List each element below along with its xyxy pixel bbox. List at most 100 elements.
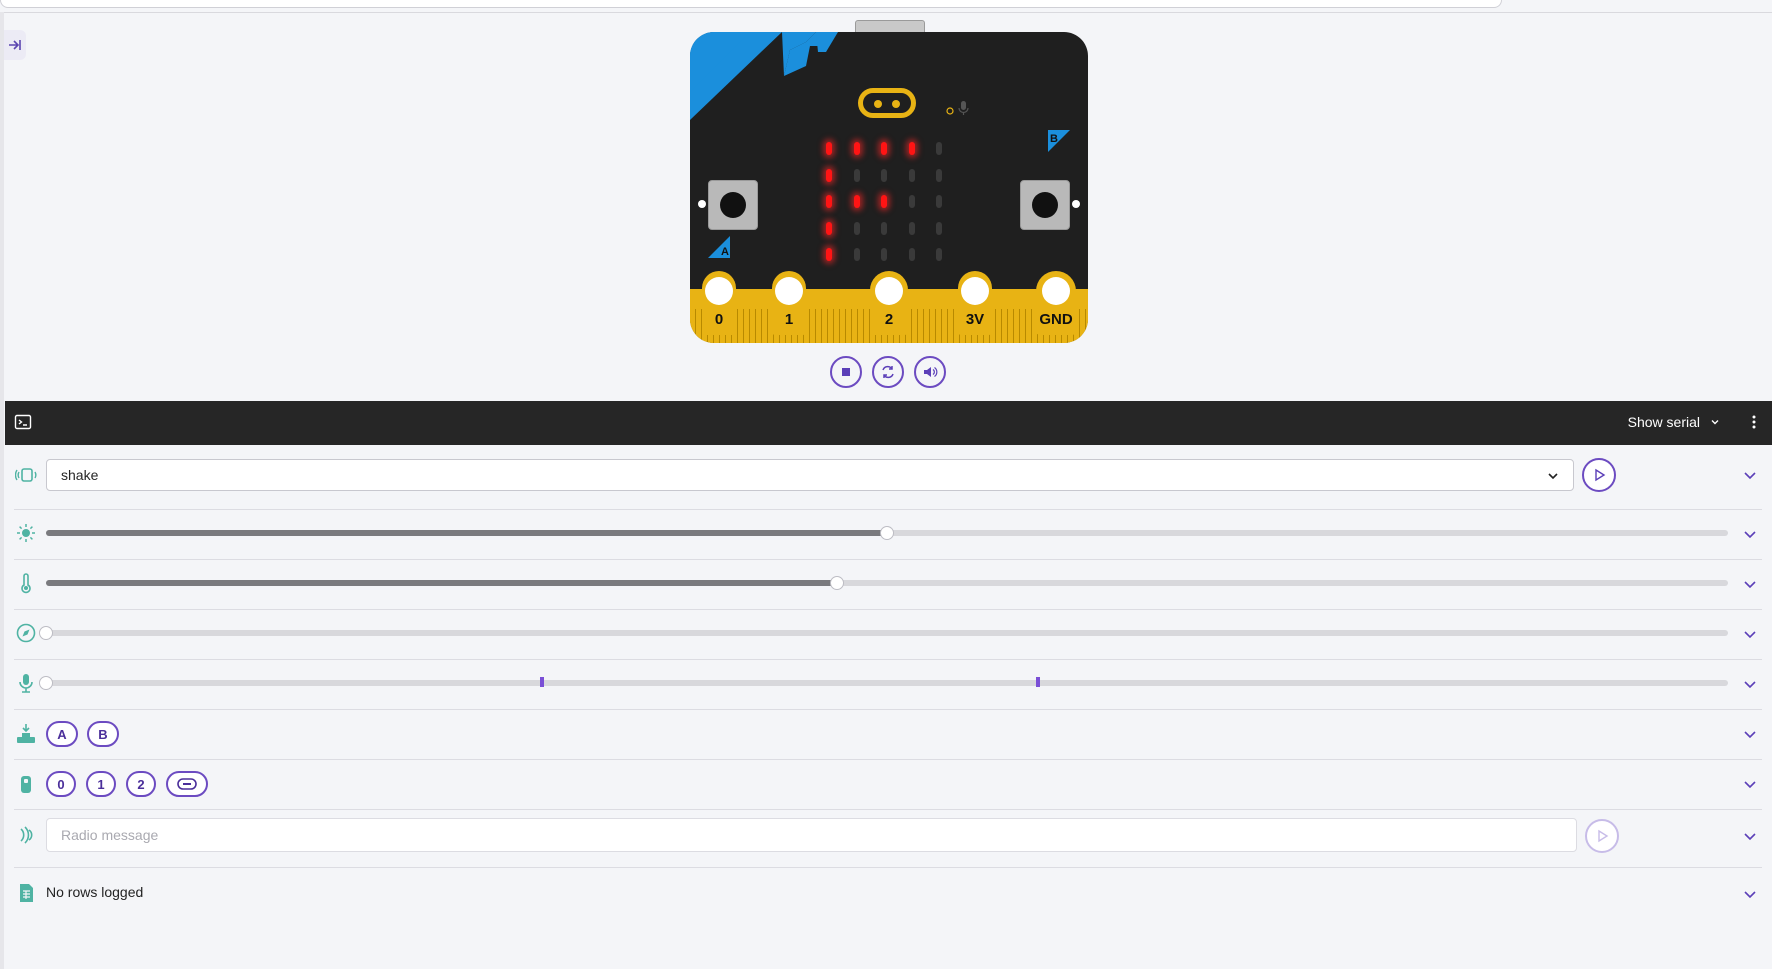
button-a-label-icon: A — [708, 236, 730, 258]
edge-dot-left — [698, 200, 706, 208]
sound-slider[interactable] — [39, 676, 1728, 690]
pin-3v-label: 3V — [965, 311, 985, 328]
pin-1-label: 1 — [784, 311, 794, 328]
serial-toolbar: Show serial — [5, 401, 1772, 445]
play-icon — [1595, 468, 1606, 482]
stop-button[interactable] — [830, 356, 862, 388]
svg-text:B: B — [1050, 133, 1058, 145]
compass-slider-thumb[interactable] — [39, 626, 53, 640]
compass-slider[interactable] — [39, 626, 1728, 640]
pin-3v: 3V — [958, 271, 992, 335]
logo-touch-icon — [177, 778, 197, 790]
data-logging-row: No rows logged — [14, 867, 1762, 917]
send-radio-button[interactable] — [1585, 819, 1619, 853]
mute-button[interactable] — [914, 356, 946, 388]
light-icon — [14, 521, 38, 545]
compass-row — [14, 609, 1762, 660]
expand-light-chevron-icon[interactable] — [1742, 526, 1758, 542]
button-b-chip[interactable]: B — [87, 721, 119, 747]
sound-threshold-high-marker[interactable] — [1036, 677, 1041, 687]
pin-1-hole — [775, 277, 803, 305]
temperature-slider-thumb[interactable] — [829, 576, 844, 590]
touch-pin-0-chip[interactable]: 0 — [46, 771, 76, 797]
expand-radio-chevron-icon[interactable] — [1742, 828, 1758, 844]
expand-panel-icon — [9, 40, 21, 50]
chevron-down-icon — [1711, 420, 1719, 425]
data-log-icon — [14, 881, 38, 905]
button-b-label-icon: B — [1048, 130, 1070, 152]
led-r2-c4 — [936, 195, 942, 208]
microphone-led-icon — [946, 101, 969, 115]
led-r0-c1 — [853, 142, 860, 155]
expand-sidebar-button[interactable] — [4, 30, 26, 60]
pin-gnd-label: GND — [1039, 311, 1073, 328]
pin-3v-hole — [961, 277, 989, 305]
speaker-icon — [924, 367, 938, 377]
restart-button[interactable] — [872, 356, 904, 388]
touch-pin-2-chip[interactable]: 2 — [126, 771, 156, 797]
led-r3-c3 — [908, 221, 915, 235]
light-slider[interactable] — [46, 526, 1728, 540]
more-options-icon[interactable] — [1752, 414, 1756, 430]
sidebar-edge — [0, 12, 4, 969]
light-slider-thumb[interactable] — [880, 526, 894, 540]
led-r4-c0 — [826, 248, 832, 261]
pin-gnd: GND — [1036, 271, 1076, 335]
led-r1-c4 — [936, 168, 942, 182]
led-r1-c3 — [908, 168, 915, 182]
gesture-select[interactable]: shake — [46, 459, 1574, 491]
led-r2-c3 — [908, 195, 915, 208]
radio-row: Radio message — [14, 809, 1762, 868]
button-b-cap — [1032, 192, 1058, 218]
light-row — [14, 509, 1762, 560]
sound-threshold-low-marker[interactable] — [540, 677, 545, 687]
edge-dot-right — [1072, 200, 1080, 208]
sound-slider-thumb[interactable] — [39, 676, 53, 690]
data-log-status: No rows logged — [46, 884, 144, 900]
chevron-down-icon — [1548, 473, 1558, 480]
simulator-controls — [830, 356, 954, 392]
expand-data-log-chevron-icon[interactable] — [1742, 886, 1758, 902]
hardware-button-b[interactable] — [1020, 180, 1070, 230]
button-a-chip[interactable]: A — [46, 721, 78, 747]
touch-logo-chip[interactable] — [166, 771, 208, 797]
led-r0-c4 — [936, 142, 942, 155]
pin-0[interactable]: 0 — [702, 271, 736, 335]
restart-icon — [882, 365, 894, 379]
touch-row: 0 1 2 — [14, 759, 1762, 810]
temperature-slider[interactable] — [46, 576, 1728, 590]
led-r3-c0 — [826, 221, 832, 235]
send-gesture-button[interactable] — [1582, 458, 1616, 492]
svg-text:A: A — [721, 246, 729, 258]
temperature-slider-fill — [46, 580, 837, 586]
expand-compass-chevron-icon[interactable] — [1742, 626, 1758, 642]
pin-2-label: 2 — [884, 311, 894, 328]
button-press-icon — [14, 722, 38, 746]
led-r1-c2 — [881, 168, 887, 182]
pin-0-label: 0 — [714, 311, 724, 328]
led-r2-c0 — [826, 195, 832, 208]
pin-2[interactable]: 2 — [870, 271, 908, 335]
terminal-icon[interactable] — [14, 413, 32, 431]
show-serial-label: Show serial — [1627, 414, 1700, 430]
led-matrix — [818, 142, 960, 284]
expand-sound-chevron-icon[interactable] — [1742, 676, 1758, 692]
pin-0-hole — [705, 277, 733, 305]
microbit-logo-touch[interactable] — [858, 88, 916, 118]
led-r0-c0 — [826, 142, 832, 155]
expand-touch-chevron-icon[interactable] — [1742, 776, 1758, 792]
radio-icon — [14, 823, 38, 847]
touch-pin-1-chip[interactable]: 1 — [86, 771, 116, 797]
expand-buttons-chevron-icon[interactable] — [1742, 726, 1758, 742]
expand-gesture-chevron-icon[interactable] — [1742, 467, 1758, 483]
radio-message-input[interactable]: Radio message — [46, 818, 1577, 852]
gesture-row: shake — [14, 458, 1762, 510]
button-a-cap — [720, 192, 746, 218]
show-serial-button[interactable]: Show serial — [1628, 414, 1720, 430]
hardware-button-a[interactable] — [708, 180, 758, 230]
gesture-icon — [14, 463, 38, 487]
pin-1[interactable]: 1 — [772, 271, 806, 335]
microbit-simulator: A B 0 1 2 3V GND — [690, 18, 1088, 343]
led-r1-c0 — [826, 168, 832, 182]
expand-temperature-chevron-icon[interactable] — [1742, 576, 1758, 592]
